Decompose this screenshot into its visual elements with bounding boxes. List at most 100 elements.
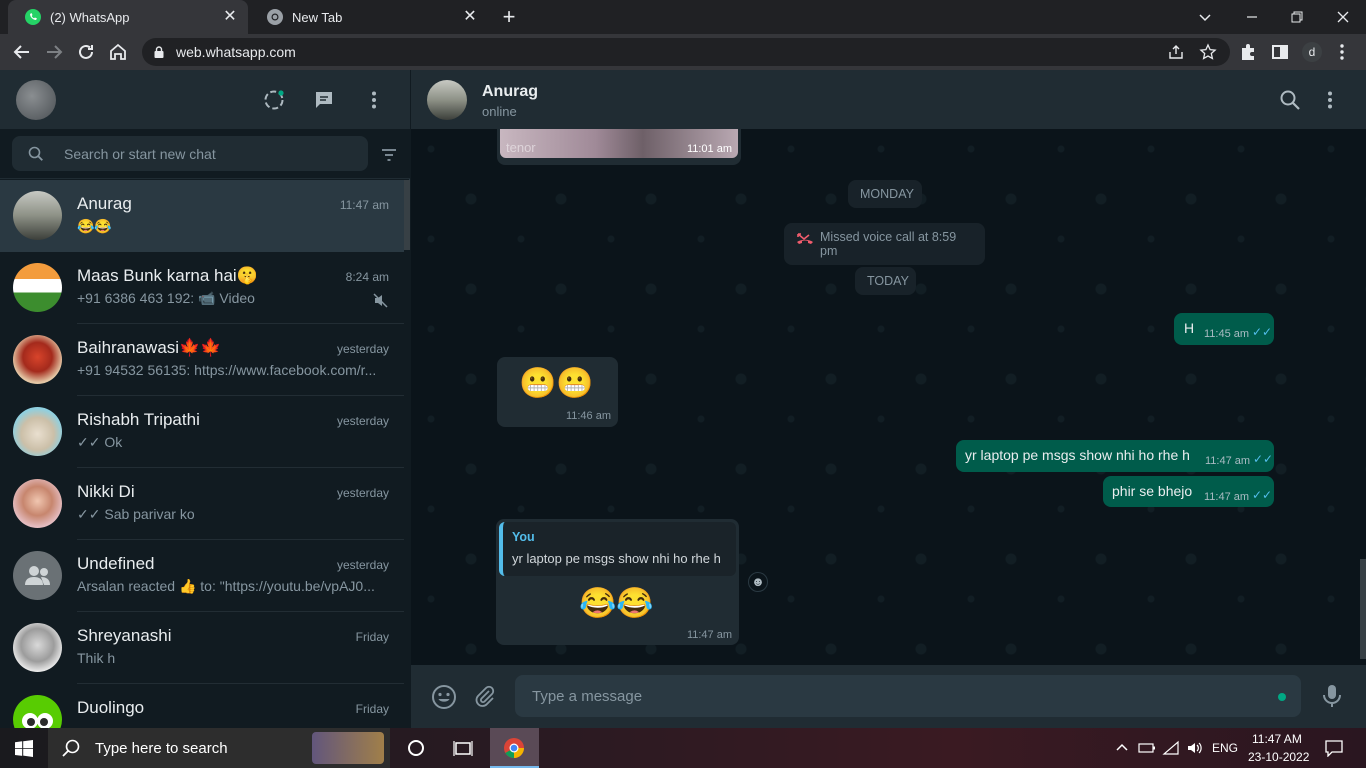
minimize-icon[interactable] [1240,5,1264,29]
search-input[interactable] [64,145,344,162]
chat-time: 11:47 am [339,198,389,212]
gif-message[interactable]: tenor 11:01 am [497,129,741,165]
message-text: 😂😂 [579,587,654,620]
search-box[interactable] [12,136,368,171]
chrome-icon [504,738,524,759]
chat-item-nikki[interactable]: Nikki Di yesterday ✓✓ Sab parivar ko [0,468,404,540]
cortana-icon[interactable] [407,739,425,757]
network-icon[interactable] [1162,740,1180,756]
profile-avatar[interactable]: d [1302,42,1322,62]
share-icon[interactable] [1167,43,1185,61]
message-time: 11:45 am [1204,328,1250,340]
chat-time: Friday [355,630,389,644]
search-icon[interactable] [28,146,44,162]
outgoing-message[interactable]: phir se bhejo 11:47 am ✓✓ [1103,476,1274,507]
outgoing-message[interactable]: yr laptop pe msgs show nhi ho rhe h 11:4… [956,440,1274,472]
new-tab-button[interactable]: + [498,6,520,28]
chat-preview: +91 6386 463 192: 📹 Video [77,290,255,306]
extensions-puzzle-icon[interactable] [1236,40,1260,64]
attach-paperclip-icon[interactable] [473,684,497,708]
close-tab-icon[interactable]: ✕ [222,9,238,25]
browser-tab-strip: (2) WhatsApp ✕ New Tab ✕ + [0,0,1366,34]
search-highlight-image [312,732,384,764]
compose-bar [411,665,1366,728]
chat-time: 8:24 am [345,270,389,284]
menu-icon[interactable] [1318,88,1342,112]
contact-name: Anurag [482,83,538,100]
message-input[interactable] [515,675,1301,717]
chat-item-rishabh[interactable]: Rishabh Tripathi yesterday ✓✓ Ok [0,396,404,468]
taskbar-search-box[interactable]: Type here to search [48,728,390,768]
chat-name: Duolingo [77,698,145,717]
chat-item-undefined[interactable]: Undefined yesterday Arsalan reacted 👍 to… [0,540,404,612]
chat-item-anurag[interactable]: Anurag 11:47 am 😂😂 [0,180,404,252]
task-view-icon[interactable] [453,738,473,758]
reply-text: yr laptop pe msgs show nhi ho rhe h [512,551,721,566]
chat-name: Maas Bunk karna hai🤫 [77,266,258,285]
chat-item-maas-bunk[interactable]: Maas Bunk karna hai🤫 8:24 am +91 6386 46… [0,252,404,324]
side-panel-icon[interactable] [1268,40,1292,64]
taskbar-chrome-app[interactable] [490,728,539,768]
tab-new-tab[interactable]: New Tab ✕ [250,0,488,34]
forward-arrow-icon[interactable] [42,40,66,64]
sidebar-scrollbar[interactable] [404,180,410,728]
back-arrow-icon[interactable] [10,40,34,64]
microphone-icon[interactable] [1320,683,1344,709]
contact-avatar[interactable] [427,80,467,120]
chrome-menu-icon[interactable] [1330,40,1354,64]
read-receipt-icon: ✓✓ [1252,488,1273,502]
incoming-message[interactable]: 😬😬 11:46 am [497,357,618,427]
incoming-message[interactable]: You yr laptop pe msgs show nhi ho rhe h … [496,519,739,645]
muted-icon [373,293,388,308]
chat-name: Baihranawasi🍁🍁 [77,338,222,357]
quoted-reply[interactable]: You yr laptop pe msgs show nhi ho rhe h [499,522,736,576]
close-window-icon[interactable] [1331,5,1355,29]
message-time: 11:47 am [686,629,732,641]
chat-item-duolingo[interactable]: Duolingo Friday [0,684,404,728]
bookmark-star-icon[interactable] [1199,43,1217,61]
lock-icon[interactable] [152,45,166,59]
new-chat-icon[interactable] [312,88,336,112]
outgoing-message[interactable]: H 11:45 am ✓✓ [1174,313,1274,345]
tab-whatsapp[interactable]: (2) WhatsApp ✕ [8,0,248,34]
battery-icon[interactable] [1138,740,1156,756]
reply-author: You [512,530,535,544]
home-icon[interactable] [106,40,130,64]
language-indicator[interactable]: ENG [1212,741,1238,755]
sidebar-header [0,70,410,129]
my-profile-avatar[interactable] [16,80,56,120]
react-emoji-icon[interactable]: ☻ [748,572,768,592]
address-bar[interactable]: web.whatsapp.com [142,38,1230,66]
volume-icon[interactable] [1186,740,1204,756]
windows-start-icon[interactable] [15,740,33,757]
chat-item-baihranawasi[interactable]: Baihranawasi🍁🍁 yesterday +91 94532 56135… [0,324,404,396]
group-avatar-icon [13,551,62,600]
contact-status: online [482,104,517,119]
conversation-scrollbar[interactable] [1360,559,1366,659]
tab-title: (2) WhatsApp [50,9,130,25]
gif-thumbnail[interactable]: tenor 11:01 am [500,129,738,158]
url-text: web.whatsapp.com [176,44,296,60]
show-hidden-icons-chevron[interactable] [1114,741,1130,755]
chat-preview: +91 94532 56135: https://www.facebook.co… [77,362,377,378]
menu-icon[interactable] [362,88,386,112]
chat-time: yesterday [336,414,389,428]
close-tab-icon[interactable]: ✕ [462,9,478,25]
search-icon [62,739,80,757]
chat-item-shreyanashi[interactable]: Shreyanashi Friday Thik h [0,612,404,684]
search-icon[interactable] [1279,89,1301,111]
clock-time[interactable]: 11:47 AM [1252,732,1302,746]
clock-date[interactable]: 23-10-2022 [1248,750,1309,764]
status-icon[interactable] [262,88,286,112]
notifications-icon[interactable] [1324,739,1344,757]
restore-icon[interactable] [1285,5,1309,29]
reload-icon[interactable] [74,40,98,64]
chat-time: yesterday [336,342,389,356]
scrollbar-thumb[interactable] [404,180,410,250]
emoji-icon[interactable] [431,684,457,710]
avatar [13,191,62,240]
tab-search-icon[interactable] [1193,5,1217,29]
filter-icon[interactable] [379,145,399,165]
conversation-header[interactable]: Anurag online [411,70,1366,129]
chat-preview: Thik h [77,650,116,666]
